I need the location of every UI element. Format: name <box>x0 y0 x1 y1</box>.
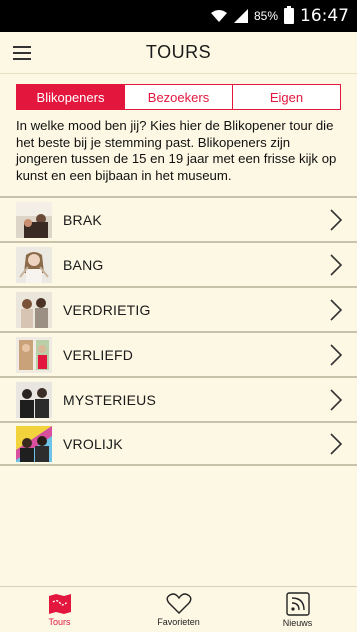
intro-text: In welke mood ben jij? Kies hier de Blik… <box>16 118 337 183</box>
hamburger-icon <box>13 45 31 48</box>
tab-bezoekers[interactable]: Bezoekers <box>124 85 232 109</box>
app-header: TOURS <box>0 32 357 74</box>
page-title: TOURS <box>145 42 212 62</box>
chevron-right-icon <box>330 343 343 366</box>
clock: 16:47 <box>300 6 349 26</box>
bottom-navigation: Tours Favorieten Nieuws <box>0 586 357 632</box>
tour-thumbnail <box>16 425 52 462</box>
tour-item-bang[interactable]: BANG <box>0 241 357 286</box>
rss-icon <box>285 591 310 616</box>
nav-label: Nieuws <box>282 617 313 628</box>
map-icon <box>48 593 71 614</box>
nav-label: Favorieten <box>157 616 200 627</box>
battery-icon <box>284 6 294 24</box>
tab-eigen[interactable]: Eigen <box>232 85 340 109</box>
chevron-right-icon <box>330 298 343 321</box>
chevron-right-icon <box>330 253 343 276</box>
tour-label: BANG <box>63 256 104 273</box>
tour-thumbnail <box>16 291 52 328</box>
nav-favorieten[interactable]: Favorieten <box>119 587 238 632</box>
tab-blikopeners[interactable]: Blikopeners <box>17 85 124 109</box>
tour-label: VROLIJK <box>63 435 123 452</box>
chevron-right-icon <box>330 432 343 455</box>
tour-item-mysterieus[interactable]: MYSTERIEUS <box>0 376 357 421</box>
tour-label: VERDRIETIG <box>63 301 151 318</box>
wifi-icon <box>210 10 227 22</box>
nav-nieuws[interactable]: Nieuws <box>238 587 357 632</box>
chevron-right-icon <box>330 388 343 411</box>
tour-thumbnail <box>16 246 52 283</box>
tour-thumbnail <box>16 336 52 373</box>
segment-tabs: Blikopeners Bezoekers Eigen <box>16 84 341 110</box>
tour-label: MYSTERIEUS <box>63 391 157 408</box>
tour-label: VERLIEFD <box>63 346 134 363</box>
tour-item-verdrietig[interactable]: VERDRIETIG <box>0 286 357 331</box>
tour-item-vrolijk[interactable]: VROLIJK <box>0 421 357 466</box>
signal-icon <box>233 9 248 23</box>
tour-item-verliefd[interactable]: VERLIEFD <box>0 331 357 376</box>
nav-label: Tours <box>48 616 71 627</box>
tour-label: BRAK <box>63 211 102 228</box>
heart-icon <box>166 592 191 614</box>
tour-thumbnail <box>16 381 52 418</box>
battery-percent: 85% <box>253 9 278 23</box>
menu-button[interactable] <box>0 32 44 74</box>
tour-item-brak[interactable]: BRAK <box>0 196 357 241</box>
chevron-right-icon <box>330 208 343 231</box>
tour-list: BRAK BANG VERDRIETIG VERLIEFD MYSTERIEUS… <box>0 196 357 466</box>
status-bar: 85% 16:47 <box>0 0 357 32</box>
tour-thumbnail <box>16 201 52 238</box>
nav-tours[interactable]: Tours <box>0 587 119 632</box>
